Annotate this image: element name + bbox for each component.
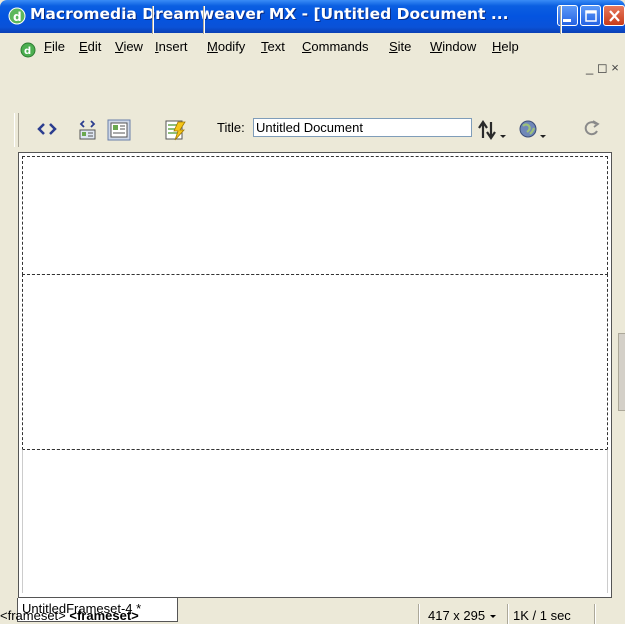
dreamweaver-icon: d <box>8 7 26 25</box>
close-button[interactable] <box>603 5 625 26</box>
menu-help[interactable]: Help <box>492 39 519 54</box>
document-window[interactable] <box>18 152 612 598</box>
menu-insert[interactable]: Insert <box>155 39 188 54</box>
chevron-down-icon <box>489 615 496 618</box>
menu-file[interactable]: File <box>44 39 65 54</box>
title-label: Title: <box>217 120 245 135</box>
toolbar-separator <box>152 6 154 34</box>
maximize-icon <box>585 10 597 22</box>
window-title: Macromedia Dreamweaver MX - [Untitled Do… <box>30 5 509 23</box>
status-separator <box>507 604 509 624</box>
menu-window[interactable]: Window <box>430 39 476 54</box>
svg-text:d: d <box>13 10 22 24</box>
live-data-icon[interactable] <box>164 119 186 141</box>
design-view-icon[interactable] <box>107 119 131 141</box>
toolbar-separator <box>203 6 205 34</box>
menu-edit[interactable]: Edit <box>79 39 101 54</box>
window-size-popup[interactable]: 417 x 295 <box>428 608 497 623</box>
close-icon <box>609 10 620 22</box>
status-separator <box>594 604 596 624</box>
menu-site[interactable]: Site <box>389 39 411 54</box>
tag-selector-parent[interactable]: <frameset> <box>0 608 66 623</box>
menu-commands[interactable]: Commands <box>302 39 368 54</box>
tag-selector[interactable]: <frameset> <frameset> <box>0 608 139 623</box>
bottom-frame[interactable] <box>22 449 608 593</box>
maximize-button[interactable] <box>580 5 601 26</box>
browser-preview-icon[interactable] <box>518 119 552 141</box>
menu-text[interactable]: Text <box>261 39 285 54</box>
title-bar[interactable]: d Macromedia Dreamweaver MX - [Untitled … <box>0 0 625 33</box>
panel-collapse-handle[interactable] <box>618 333 625 411</box>
page-title-input[interactable]: Untitled Document <box>253 118 472 137</box>
document-icon[interactable]: d <box>20 42 36 58</box>
refresh-icon[interactable] <box>582 119 602 139</box>
code-view-icon[interactable] <box>36 119 58 139</box>
svg-text:d: d <box>24 46 31 57</box>
toolbar-grip[interactable] <box>14 113 19 147</box>
status-separator <box>418 604 420 624</box>
menu-view[interactable]: View <box>115 39 143 54</box>
middle-frame[interactable] <box>22 274 608 450</box>
toolbar-separator <box>560 6 562 34</box>
download-size-time: 1K / 1 sec <box>513 608 571 623</box>
tag-selector-current[interactable]: <frameset> <box>69 608 138 623</box>
split-view-icon[interactable] <box>77 119 99 141</box>
top-frame[interactable] <box>22 156 608 275</box>
file-management-icon[interactable] <box>478 119 512 141</box>
menu-modify[interactable]: Modify <box>207 39 245 54</box>
document-window-controls[interactable]: _ ◻ × <box>586 60 619 76</box>
